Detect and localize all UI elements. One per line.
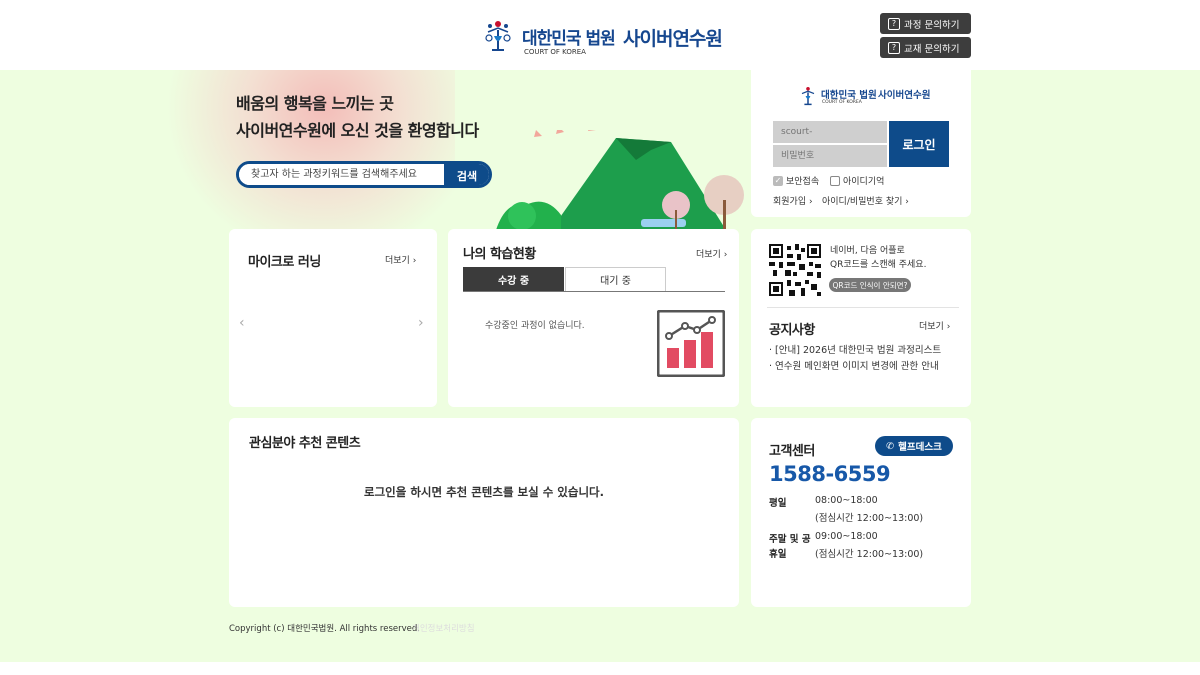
recommended-content-panel: 관심분야 추천 콘텐츠 로그인을 하시면 추천 콘텐츠를 보실 수 있습니다. <box>229 418 739 607</box>
chevron-right-icon: › <box>809 197 813 207</box>
site-logo[interactable]: 대한민국 법원 COURT OF KOREA 사이버연수원 <box>478 14 723 58</box>
next-arrow-icon[interactable]: › <box>418 315 424 331</box>
phone-icon: ✆ <box>886 440 895 452</box>
bottom-strip <box>0 662 1200 675</box>
login-logo-court: 대한민국 법원 <box>821 90 877 101</box>
material-inquiry-button[interactable]: ? 교재 문의하기 <box>880 37 971 58</box>
tab-waiting[interactable]: 대기 중 <box>565 267 666 291</box>
qr-help-button[interactable]: QR코드 인식이 안되면? <box>829 278 911 292</box>
question-icon: ? <box>888 17 900 30</box>
notice-more-link[interactable]: 더보기 › <box>919 319 950 332</box>
header: 대한민국 법원 COURT OF KOREA 사이버연수원 ? 과정 문의하기 … <box>0 0 1200 70</box>
weekend-label-line1: 주말 및 공 <box>769 534 811 545</box>
divider <box>767 307 959 308</box>
course-inquiry-button[interactable]: ? 과정 문의하기 <box>880 13 971 34</box>
notice-item[interactable]: · 연수원 메인화면 이미지 변경에 관한 안내 <box>769 358 959 372</box>
user-id-field[interactable] <box>773 121 887 143</box>
secure-login-checkbox[interactable]: ✓ 보안접속 <box>773 174 819 187</box>
main-area: 배움의 행복을 느끼는 곳 사이버연수원에 오신 것을 환영합니다 검색 <box>0 70 1200 662</box>
weekday-lunch: (점심시간 12:00~13:00) <box>815 513 924 524</box>
weekend-lunch: (점심시간 12:00~13:00) <box>815 549 924 560</box>
mountain-illustration <box>496 130 744 230</box>
checkbox-unchecked-icon <box>830 175 840 186</box>
micro-learning-title: 마이크로 러닝 <box>248 255 321 270</box>
notice-item[interactable]: · [안내] 2026년 대한민국 법원 과정리스트 <box>769 342 959 356</box>
find-id-password-label: 아이디/비밀번호 찾기 <box>822 197 903 207</box>
phone-number: 1588-6559 <box>769 462 891 486</box>
weekend-hours: 09:00~18:00 <box>815 531 878 542</box>
logo-cyber-academy: 사이버연수원 <box>623 28 723 50</box>
chevron-right-icon: › <box>905 197 909 207</box>
checkbox-checked-icon: ✓ <box>773 175 783 186</box>
signup-link[interactable]: 회원가입 › <box>773 194 813 207</box>
logo-court-korean: 대한민국 법원 <box>522 29 616 49</box>
chevron-right-icon: › <box>946 322 951 332</box>
login-logo: 대한민국 법원 COURT OF KOREA 사이버연수원 <box>796 84 931 108</box>
course-inquiry-label: 과정 문의하기 <box>904 19 960 31</box>
login-button[interactable]: 로그인 <box>889 121 949 167</box>
status-more-link[interactable]: 더보기 › <box>696 247 727 260</box>
customer-center-panel: 고객센터 ✆ 헬프데스크 1588-6559 평일 08:00~18:00 (점… <box>751 418 971 607</box>
chevron-right-icon: › <box>412 256 417 266</box>
helpdesk-label: 헬프데스크 <box>898 442 942 453</box>
empty-course-message: 수강중인 과정이 없습니다. <box>485 321 585 331</box>
bar-chart-icon <box>657 310 725 377</box>
qr-instructions-line1: 네이버, 다음 어플로 <box>830 246 905 256</box>
micro-more-label: 더보기 <box>385 256 410 266</box>
logo-court-english: COURT OF KOREA <box>524 48 586 56</box>
weekday-hours: 08:00~18:00 <box>815 495 878 506</box>
prev-arrow-icon[interactable]: ‹ <box>239 315 245 331</box>
search-input[interactable] <box>239 164 439 185</box>
hero-title-line1: 배움의 행복을 느끼는 곳 <box>236 94 394 113</box>
login-required-message: 로그인을 하시면 추천 콘텐츠를 보실 수 있습니다. <box>364 485 604 499</box>
court-emblem-icon <box>801 87 815 106</box>
secure-login-label: 보안접속 <box>786 177 820 187</box>
qr-instructions-line2: QR코드를 스캔해 주세요. <box>830 260 927 270</box>
learning-status-panel: 나의 학습현황 더보기 › 수강 중 대기 중 수강중인 과정이 없습니다. <box>448 229 739 407</box>
password-field[interactable] <box>773 145 887 167</box>
qr-notice-panel: 네이버, 다음 어플로 QR코드를 스캔해 주세요. QR코드 인식이 안되면?… <box>751 229 971 407</box>
notice-item-text: [안내] 2026년 대한민국 법원 과정리스트 <box>775 345 942 356</box>
micro-learning-panel: 마이크로 러닝 더보기 › ‹ › <box>229 229 437 407</box>
find-id-password-link[interactable]: 아이디/비밀번호 찾기 › <box>822 194 909 207</box>
hero-title: 배움의 행복을 느끼는 곳 사이버연수원에 오신 것을 환영합니다 <box>236 90 479 144</box>
search-button[interactable]: 검색 <box>444 164 489 185</box>
remember-id-checkbox[interactable]: 아이디기억 <box>830 174 884 187</box>
signup-label: 회원가입 <box>773 197 807 207</box>
court-emblem-icon <box>485 21 511 51</box>
copyright: Copyright (c) 대한민국법원. All rights reserve… <box>229 624 420 634</box>
login-logo-cyber: 사이버연수원 <box>878 90 931 101</box>
notice-title: 공지사항 <box>769 323 815 338</box>
notice-more-label: 더보기 <box>919 322 944 332</box>
tab-underline <box>463 291 725 292</box>
course-search: 검색 <box>236 161 492 188</box>
qr-instructions: 네이버, 다음 어플로 QR코드를 스캔해 주세요. <box>830 244 926 272</box>
tab-studying[interactable]: 수강 중 <box>463 267 564 291</box>
learning-status-title: 나의 학습현황 <box>463 247 536 262</box>
login-panel: 대한민국 법원 COURT OF KOREA 사이버연수원 로그인 ✓ 보안접속… <box>751 70 971 217</box>
status-more-label: 더보기 <box>696 250 721 260</box>
login-logo-court-en: COURT OF KOREA <box>822 100 862 105</box>
helpdesk-button[interactable]: ✆ 헬프데스크 <box>875 436 953 456</box>
recommended-title: 관심분야 추천 콘텐츠 <box>249 436 361 451</box>
hero-title-line2: 사이버연수원에 오신 것을 환영합니다 <box>236 121 479 140</box>
micro-more-link[interactable]: 더보기 › <box>385 253 416 266</box>
chevron-right-icon: › <box>723 250 728 260</box>
remember-id-label: 아이디기억 <box>843 177 885 187</box>
customer-center-title: 고객센터 <box>769 444 815 459</box>
weekend-label-line2: 휴일 <box>769 549 787 560</box>
notice-item-text: 연수원 메인화면 이미지 변경에 관한 안내 <box>775 361 939 372</box>
question-icon: ? <box>888 41 900 54</box>
weekday-label: 평일 <box>769 498 787 509</box>
privacy-policy-link[interactable]: 개인정보처리방침 <box>412 622 475 634</box>
material-inquiry-label: 교재 문의하기 <box>904 43 960 55</box>
qr-code-image <box>769 244 821 296</box>
